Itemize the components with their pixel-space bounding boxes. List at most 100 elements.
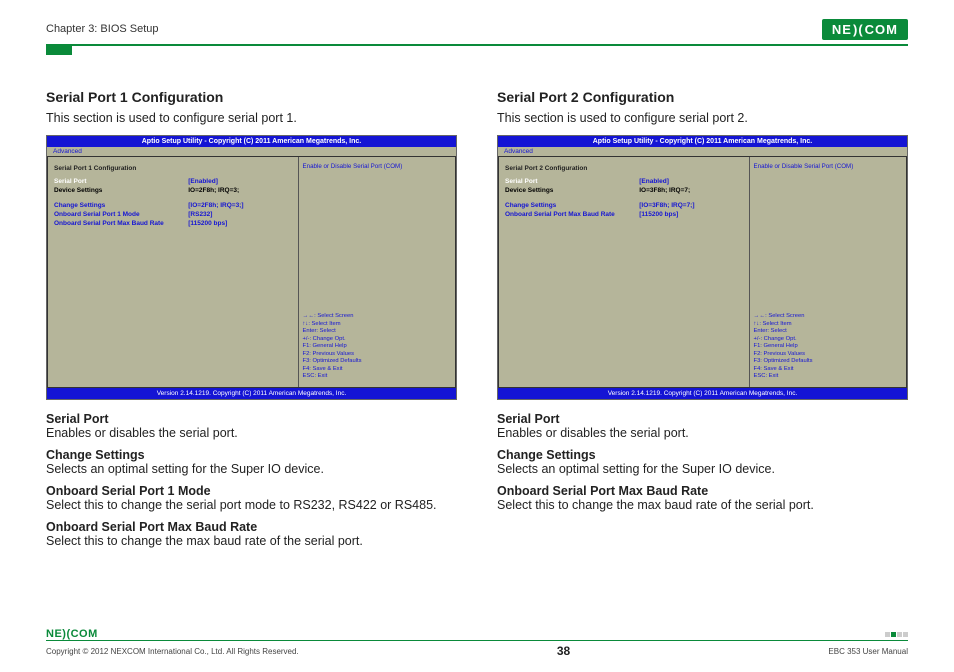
bios-rows-2: Change Settings[IO=3F8h; IRQ=7;] Onboard …: [505, 202, 743, 218]
bios-legend-line: +/-: Change Opt.: [303, 336, 451, 344]
section-title: Serial Port 2 Configuration: [497, 89, 908, 105]
section-desc: This section is used to configure serial…: [46, 111, 457, 125]
bios-legend-line: →←: Select Screen: [754, 313, 902, 321]
bios-row-label: Serial Port: [54, 178, 188, 185]
bios-row: Onboard Serial Port Max Baud Rate[115200…: [54, 220, 292, 227]
bios-legend-line: +/-: Change Opt.: [754, 336, 902, 344]
definition-term: Serial Port: [46, 412, 457, 426]
definition-desc: Enables or disables the serial port.: [497, 426, 908, 440]
bios-row-value: IO=2F8h; IRQ=3;: [188, 187, 291, 194]
section-desc: This section is used to configure serial…: [497, 111, 908, 125]
bios-legend-line: F2: Previous Values: [303, 351, 451, 359]
page-header: Chapter 3: BIOS Setup NE)(COM: [46, 18, 908, 40]
bios-legend-line: F1: General Help: [303, 343, 451, 351]
bios-screenshot-right: Aptio Setup Utility - Copyright (C) 2011…: [497, 135, 908, 400]
bios-row: Device SettingsIO=3F8h; IRQ=7;: [505, 187, 743, 194]
bios-help-text: Enable or Disable Serial Port (COM): [754, 163, 902, 171]
left-column: Serial Port 1 Configuration This section…: [46, 89, 457, 552]
brand-logo: NE)(COM: [822, 19, 908, 40]
bios-row-label: Device Settings: [54, 187, 188, 194]
right-column: Serial Port 2 Configuration This section…: [497, 89, 908, 552]
bios-footer: Version 2.14.1219. Copyright (C) 2011 Am…: [47, 388, 456, 399]
footer-squares-icon: [885, 632, 908, 637]
bios-row: Serial Port[Enabled]: [505, 178, 743, 185]
bios-row: Onboard Serial Port Max Baud Rate[115200…: [505, 211, 743, 218]
definition-term: Onboard Serial Port Max Baud Rate: [497, 484, 908, 498]
bios-screenshot-left: Aptio Setup Utility - Copyright (C) 2011…: [46, 135, 457, 400]
chapter-label: Chapter 3: BIOS Setup: [46, 23, 159, 35]
definition-desc: Select this to change the max baud rate …: [497, 498, 908, 512]
bios-row-value: IO=3F8h; IRQ=7;: [639, 187, 742, 194]
bios-row-value: [IO=3F8h; IRQ=7;]: [639, 202, 742, 209]
definition-term: Change Settings: [497, 448, 908, 462]
bios-row: Change Settings[IO=2F8h; IRQ=3;]: [54, 202, 292, 209]
bios-legend-line: F3: Optimized Defaults: [754, 358, 902, 366]
header-rule: [46, 44, 908, 46]
bios-row-label: Onboard Serial Port 1 Mode: [54, 211, 188, 218]
bios-row-value: [RS232]: [188, 211, 291, 218]
content-columns: Serial Port 1 Configuration This section…: [46, 89, 908, 552]
bios-tab-advanced: Advanced: [498, 147, 539, 156]
bios-row-label: Serial Port: [505, 178, 639, 185]
page-footer: NE)(COM Copyright © 2012 NEXCOM Internat…: [46, 628, 908, 658]
bios-legend-line: ESC: Exit: [754, 373, 902, 381]
bios-row-label: Device Settings: [505, 187, 639, 194]
bios-body: Serial Port 1 Configuration Serial Port[…: [47, 156, 456, 388]
footer-logo-row: NE)(COM: [46, 628, 908, 640]
bios-row-value: [Enabled]: [639, 178, 742, 185]
bios-legend-line: F4: Save & Exit: [303, 366, 451, 374]
bios-tab-advanced: Advanced: [47, 147, 88, 156]
footer-rule: [46, 640, 908, 641]
definition-desc: Select this to change the serial port mo…: [46, 498, 457, 512]
bios-legend-line: ↑↓: Select Item: [303, 321, 451, 329]
footer-row: Copyright © 2012 NEXCOM International Co…: [46, 644, 908, 658]
bios-legend-line: F1: General Help: [754, 343, 902, 351]
definition-term: Onboard Serial Port 1 Mode: [46, 484, 457, 498]
definition-desc: Selects an optimal setting for the Super…: [497, 462, 908, 476]
bios-legend-line: ↑↓: Select Item: [754, 321, 902, 329]
bios-row-value: [IO=2F8h; IRQ=3;]: [188, 202, 291, 209]
bios-help-text: Enable or Disable Serial Port (COM): [303, 163, 451, 171]
bios-row-label: Change Settings: [505, 202, 639, 209]
bios-row: Serial Port[Enabled]: [54, 178, 292, 185]
bios-row-label: Onboard Serial Port Max Baud Rate: [54, 220, 188, 227]
definition-term: Serial Port: [497, 412, 908, 426]
bios-rows-2: Change Settings[IO=2F8h; IRQ=3;]Onboard …: [54, 202, 292, 227]
footer-logo: NE)(COM: [46, 628, 98, 640]
definition-term: Change Settings: [46, 448, 457, 462]
manual-name: EBC 353 User Manual: [828, 647, 908, 656]
bios-legend-line: ESC: Exit: [303, 373, 451, 381]
bios-key-legend: →←: Select Screen↑↓: Select ItemEnter: S…: [303, 313, 451, 381]
header-accent: [46, 45, 72, 55]
bios-row: Device SettingsIO=2F8h; IRQ=3;: [54, 187, 292, 194]
bios-legend-line: F2: Previous Values: [754, 351, 902, 359]
bios-row-value: [Enabled]: [188, 178, 291, 185]
bios-legend-line: Enter: Select: [754, 328, 902, 336]
definitions-right: Serial PortEnables or disables the seria…: [497, 412, 908, 512]
bios-row-label: Change Settings: [54, 202, 188, 209]
definition-desc: Select this to change the max baud rate …: [46, 534, 457, 548]
bios-left-pane: Serial Port 2 Configuration Serial Port[…: [499, 157, 749, 387]
bios-legend-line: Enter: Select: [303, 328, 451, 336]
bios-right-pane: Enable or Disable Serial Port (COM) →←: …: [298, 157, 455, 387]
page-number: 38: [557, 644, 570, 658]
bios-footer: Version 2.14.1219. Copyright (C) 2011 Am…: [498, 388, 907, 399]
bios-body: Serial Port 2 Configuration Serial Port[…: [498, 156, 907, 388]
bios-right-pane: Enable or Disable Serial Port (COM) →←: …: [749, 157, 906, 387]
bios-heading: Serial Port 2 Configuration: [505, 165, 743, 172]
definition-term: Onboard Serial Port Max Baud Rate: [46, 520, 457, 534]
copyright: Copyright © 2012 NEXCOM International Co…: [46, 647, 299, 656]
bios-title: Aptio Setup Utility - Copyright (C) 2011…: [47, 136, 456, 147]
bios-row: Change Settings[IO=3F8h; IRQ=7;]: [505, 202, 743, 209]
definition-desc: Enables or disables the serial port.: [46, 426, 457, 440]
bios-row: Onboard Serial Port 1 Mode[RS232]: [54, 211, 292, 218]
bios-legend-line: →←: Select Screen: [303, 313, 451, 321]
definitions-left: Serial PortEnables or disables the seria…: [46, 412, 457, 548]
bios-row-value: [115200 bps]: [639, 211, 742, 218]
bios-rows-1: Serial Port[Enabled]Device SettingsIO=2F…: [54, 178, 292, 194]
bios-rows-1: Serial Port[Enabled]Device SettingsIO=3F…: [505, 178, 743, 194]
bios-heading: Serial Port 1 Configuration: [54, 165, 292, 172]
definition-desc: Selects an optimal setting for the Super…: [46, 462, 457, 476]
bios-row-value: [115200 bps]: [188, 220, 291, 227]
bios-tabs: Advanced: [498, 147, 907, 156]
